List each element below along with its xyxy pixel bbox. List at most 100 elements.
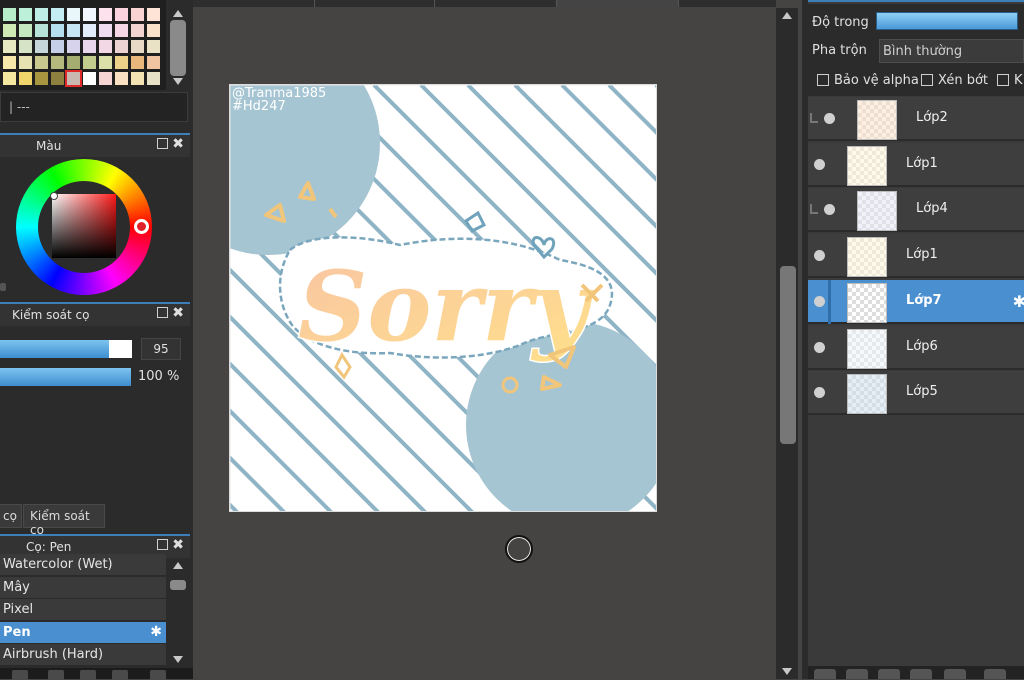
scroll-up-icon[interactable] (782, 12, 792, 19)
brush-item[interactable]: Watercolor (Wet) (0, 554, 166, 576)
palette-swatch[interactable] (65, 70, 82, 87)
color-palette[interactable] (0, 0, 166, 90)
color-code-field[interactable]: | --- (0, 92, 188, 122)
palette-swatch[interactable] (3, 40, 16, 53)
brush-opacity-slider[interactable] (0, 368, 131, 386)
palette-swatch[interactable] (3, 72, 16, 85)
visibility-eye-icon[interactable] (814, 158, 825, 170)
tab-brush[interactable]: cọ (0, 504, 22, 528)
palette-swatch[interactable] (67, 56, 80, 69)
layer-row[interactable]: Lớp2 (808, 97, 1024, 141)
close-icon[interactable]: ✖ (172, 136, 184, 152)
sv-picker-knob[interactable] (50, 192, 58, 200)
visibility-eye-icon[interactable] (814, 295, 825, 307)
palette-swatch[interactable] (51, 56, 64, 69)
brush-item[interactable]: Airbrush (Hard) (0, 644, 166, 666)
popout-icon[interactable] (157, 307, 168, 318)
palette-swatch[interactable] (131, 8, 144, 21)
brush-item[interactable]: Mây (0, 576, 166, 599)
palette-swatch[interactable] (147, 40, 160, 53)
layer-settings-icon[interactable] (944, 669, 966, 679)
palette-swatch[interactable] (35, 56, 48, 69)
protect-alpha-checkbox[interactable] (817, 74, 829, 86)
palette-swatch[interactable] (35, 40, 48, 53)
brush-item[interactable]: Pixel (0, 599, 166, 621)
palette-swatch[interactable] (99, 24, 112, 37)
merge-layer-icon[interactable] (878, 669, 900, 679)
palette-swatch[interactable] (131, 40, 144, 53)
scroll-up-icon[interactable] (173, 10, 183, 17)
palette-swatch[interactable] (131, 72, 144, 85)
layer-row[interactable]: Lớp5 (808, 371, 1024, 416)
canvas-scroll-thumb[interactable] (780, 266, 796, 444)
palette-swatch[interactable] (19, 72, 32, 85)
palette-swatch[interactable] (3, 24, 16, 37)
close-icon[interactable]: ✖ (172, 305, 184, 321)
palette-swatch[interactable] (51, 72, 64, 85)
folder-icon[interactable] (910, 669, 932, 679)
scroll-down-icon[interactable] (782, 668, 792, 675)
saturation-value-square[interactable] (52, 194, 116, 258)
palette-swatch[interactable] (115, 8, 128, 21)
document-tab[interactable] (435, 0, 557, 7)
layer-row[interactable]: Lớp4 (808, 188, 1024, 233)
clipping-checkbox[interactable] (921, 74, 933, 86)
palette-swatch[interactable] (147, 8, 160, 21)
document-tab[interactable] (315, 0, 435, 7)
palette-swatch[interactable] (19, 40, 32, 53)
palette-swatch[interactable] (147, 56, 160, 69)
brush-list-scroll-thumb[interactable] (170, 580, 186, 590)
palette-swatch[interactable] (83, 24, 96, 37)
layer-row[interactable]: Lớp6 (808, 325, 1024, 370)
brush-list-scrollbar[interactable] (167, 560, 189, 668)
visibility-eye-icon[interactable] (824, 113, 835, 124)
lock-checkbox[interactable] (997, 74, 1009, 86)
layer-row[interactable]: Lớp1 (808, 142, 1024, 187)
palette-swatch[interactable] (35, 72, 48, 85)
new-layer-icon[interactable] (814, 669, 836, 679)
palette-swatch[interactable] (67, 8, 80, 21)
palette-swatch[interactable] (115, 72, 128, 85)
blend-mode-select[interactable]: Bình thường (879, 39, 1024, 63)
artwork-canvas[interactable]: Sorry @Tranma1985 #Hd247 (229, 84, 657, 512)
visibility-eye-icon[interactable] (824, 204, 835, 216)
palette-swatch[interactable] (99, 56, 112, 69)
brush-size-value[interactable]: 95 (141, 338, 181, 360)
palette-swatch[interactable] (147, 72, 160, 85)
palette-swatch[interactable] (67, 24, 80, 37)
visibility-eye-icon[interactable] (814, 250, 825, 262)
brush-size-slider[interactable] (0, 340, 132, 358)
scroll-down-icon[interactable] (173, 78, 183, 85)
visibility-eye-icon[interactable] (814, 387, 825, 399)
palette-swatch[interactable] (99, 40, 112, 53)
layer-opacity-slider[interactable] (876, 12, 1018, 30)
popout-icon[interactable] (157, 539, 168, 550)
palette-swatch[interactable] (19, 56, 32, 69)
palette-swatch[interactable] (83, 40, 96, 53)
palette-swatch[interactable] (3, 56, 16, 69)
palette-swatch[interactable] (51, 24, 64, 37)
palette-swatch[interactable] (19, 8, 32, 21)
tab-brush-control[interactable]: Kiểm soát cọ (23, 504, 105, 537)
palette-swatch[interactable] (99, 8, 112, 21)
palette-swatch[interactable] (115, 24, 128, 37)
document-tab[interactable] (193, 0, 315, 7)
popout-icon[interactable] (157, 138, 168, 149)
gear-icon[interactable]: ✱ (150, 624, 162, 640)
gear-icon[interactable]: ✱ (1013, 292, 1024, 311)
layer-row[interactable]: Lớp1 (808, 234, 1024, 279)
panel-grip[interactable] (0, 283, 6, 291)
layer-row[interactable]: Lớp7 ✱ (808, 279, 1024, 324)
palette-swatch[interactable] (131, 56, 144, 69)
palette-scroll-thumb[interactable] (170, 20, 186, 76)
palette-swatch[interactable] (83, 8, 96, 21)
visibility-eye-icon[interactable] (814, 341, 825, 353)
palette-swatch[interactable] (35, 8, 48, 21)
palette-swatch[interactable] (131, 24, 144, 37)
palette-swatch[interactable] (115, 56, 128, 69)
copy-layer-icon[interactable] (846, 669, 868, 679)
trash-icon[interactable] (984, 669, 1006, 679)
palette-swatch[interactable] (35, 24, 48, 37)
scroll-down-icon[interactable] (173, 656, 183, 663)
palette-swatch[interactable] (99, 72, 112, 85)
